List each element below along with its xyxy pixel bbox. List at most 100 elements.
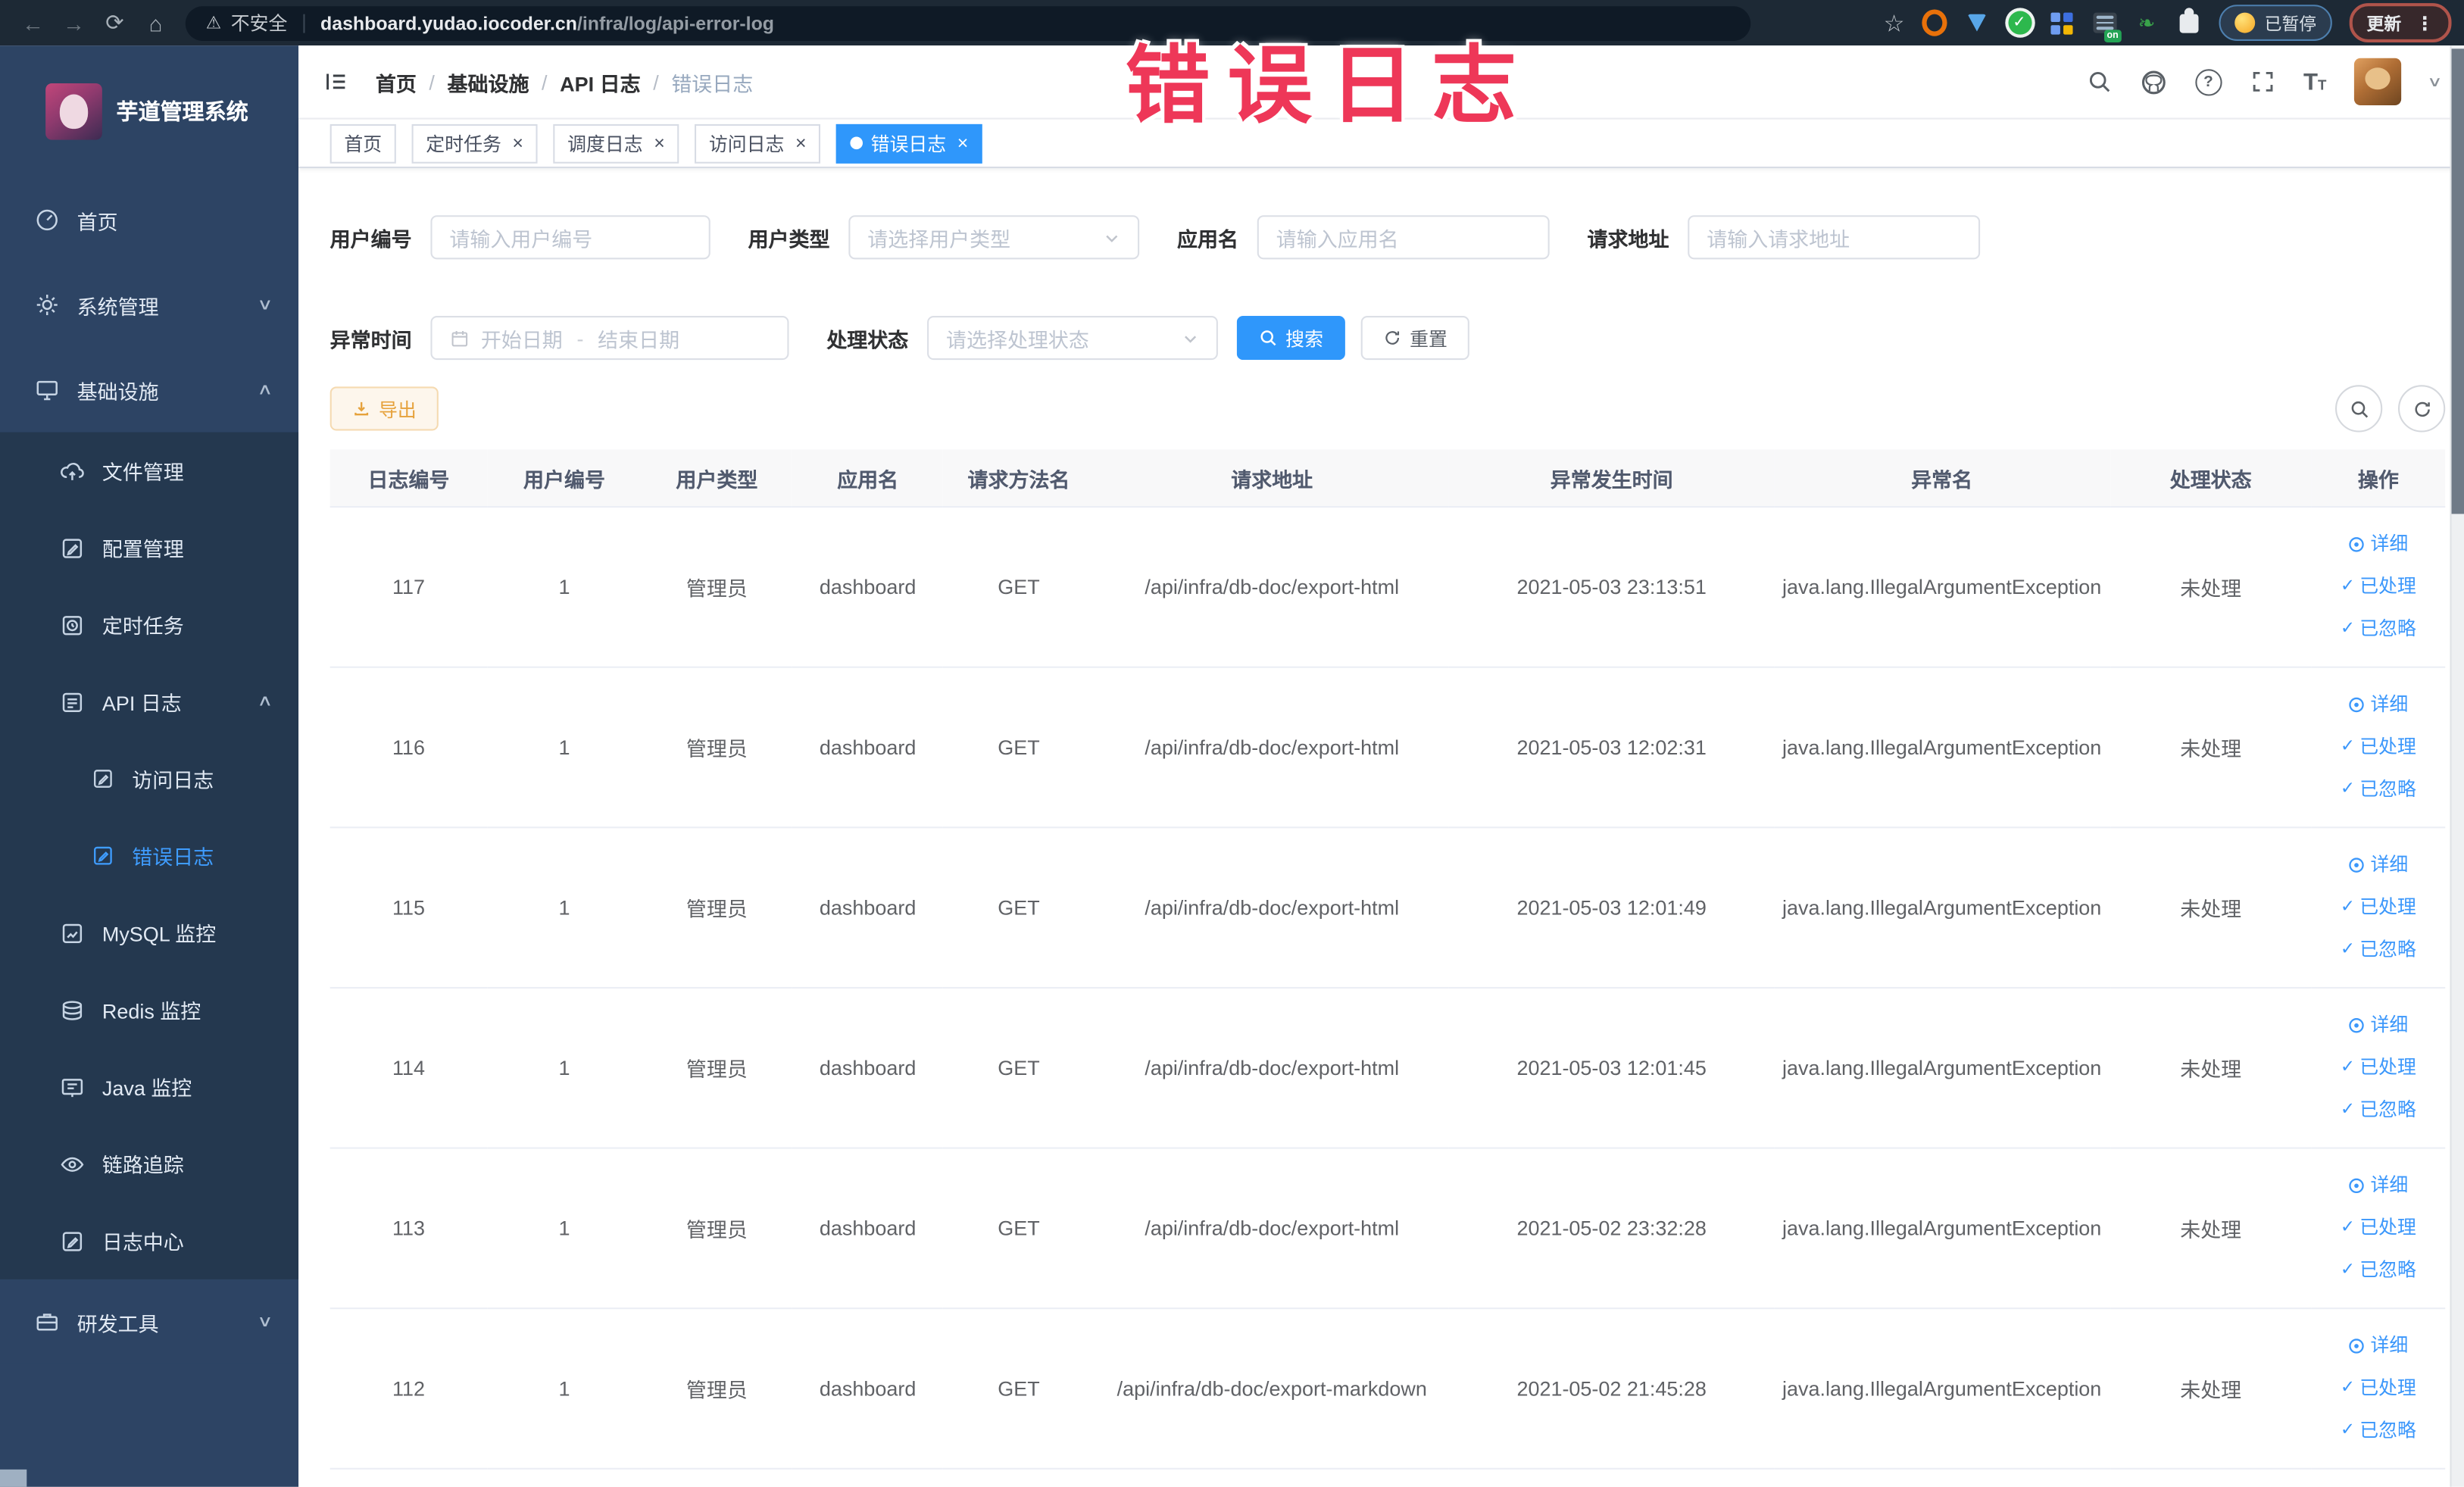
browser-home-icon[interactable]: ⌂ xyxy=(135,5,176,40)
tab-error-log[interactable]: 错误日志 × xyxy=(835,123,982,163)
bookmark-star-icon[interactable]: ☆ xyxy=(1884,8,1905,36)
refresh-table-button[interactable] xyxy=(2397,385,2446,433)
extension-list-icon[interactable]: on xyxy=(2091,10,2122,42)
action-detail[interactable]: 详细 xyxy=(2318,1164,2439,1207)
action-ignored[interactable]: ✓ 已忽略 xyxy=(2318,608,2439,651)
close-icon[interactable]: × xyxy=(512,133,523,152)
request-url-input[interactable]: 请输入请求地址 xyxy=(1688,215,1981,260)
date-range-input[interactable]: 开始日期 - 结束日期 xyxy=(430,316,789,361)
check-icon: ✓ xyxy=(2340,1378,2356,1398)
sidebar-item-mysql-monitor[interactable]: MySQL 监控 xyxy=(0,895,298,972)
action-processed[interactable]: ✓ 已处理 xyxy=(2318,1207,2439,1249)
action-ignored[interactable]: ✓ 已忽略 xyxy=(2318,1089,2439,1132)
tab-scheduled-jobs[interactable]: 定时任务 × xyxy=(411,123,538,163)
tab-label: 错误日志 xyxy=(870,133,947,155)
extension-drop-icon[interactable] xyxy=(1964,10,1989,35)
placeholder-text: 请选择处理状态 xyxy=(946,327,1089,351)
sidebar-item-java-monitor[interactable]: Java 监控 xyxy=(0,1048,298,1126)
reset-button[interactable]: 重置 xyxy=(1360,316,1469,361)
filter-process-status: 处理状态 请选择处理状态 xyxy=(826,316,1218,361)
user-avatar[interactable] xyxy=(2354,58,2402,106)
sidebar-fold-icon[interactable] xyxy=(322,69,350,94)
tab-access-log[interactable]: 访问日志 × xyxy=(695,123,821,163)
user-type-select[interactable]: 请选择用户类型 xyxy=(848,215,1140,260)
filter-user-type: 用户类型 请选择用户类型 xyxy=(748,215,1140,260)
sidebar-item-trace[interactable]: 链路追踪 xyxy=(0,1125,298,1202)
tab-label: 首页 xyxy=(344,133,383,155)
sidebar-item-access-log[interactable]: 访问日志 xyxy=(0,740,298,817)
filter-row-2: 异常时间 开始日期 - 结束日期 处理状态 请选择处理状态 搜索 重置 xyxy=(330,316,2446,361)
paused-extension-pill[interactable]: 已暂停 xyxy=(2219,5,2332,41)
sidebar-item-config-mgmt[interactable]: 配置管理 xyxy=(0,509,298,586)
font-size-icon[interactable]: TT xyxy=(2303,70,2326,93)
action-ignored[interactable]: ✓ 已忽略 xyxy=(2318,1410,2439,1452)
cell-app_name: dashboard xyxy=(792,987,944,1149)
close-icon[interactable]: × xyxy=(654,133,665,152)
export-button[interactable]: 导出 xyxy=(329,386,439,431)
app-name-input[interactable]: 请输入应用名 xyxy=(1257,215,1550,260)
process-status-select[interactable]: 请选择处理状态 xyxy=(927,316,1218,361)
dashboard-icon xyxy=(35,208,60,233)
action-detail[interactable]: 详细 xyxy=(2318,844,2439,886)
tab-schedule-log[interactable]: 调度日志 × xyxy=(553,123,679,163)
search-button[interactable]: 搜索 xyxy=(1236,316,1346,361)
sidebar-item-label: Redis 监控 xyxy=(101,999,201,1023)
extension-sprout-icon[interactable]: ❧ xyxy=(2134,10,2159,35)
tab-home[interactable]: 首页 xyxy=(329,123,396,163)
action-processed[interactable]: ✓ 已处理 xyxy=(2318,726,2439,769)
sidebar-item-api-log[interactable]: API 日志 ∧ xyxy=(0,664,298,741)
column-header: 用户类型 xyxy=(641,449,793,508)
sidebar-item-dev-tools[interactable]: 研发工具 ∨ xyxy=(0,1279,298,1364)
cell-time: 2021-05-03 12:02:31 xyxy=(1449,667,1774,829)
sidebar-item-log-center[interactable]: 日志中心 xyxy=(0,1202,298,1279)
browser-back-icon[interactable]: ← xyxy=(13,5,54,40)
check-icon: ✓ xyxy=(2340,1100,2356,1120)
breadcrumb-item[interactable]: 首页 xyxy=(376,67,417,96)
screen-icon xyxy=(60,1074,85,1099)
user-id-input[interactable]: 请输入用户编号 xyxy=(430,215,710,260)
action-ignored[interactable]: ✓ 已忽略 xyxy=(2318,1249,2439,1292)
avatar-caret-icon[interactable]: ∨ xyxy=(2428,73,2444,90)
action-processed[interactable]: ✓ 已处理 xyxy=(2318,566,2439,608)
close-icon[interactable]: × xyxy=(795,133,807,152)
sidebar-item-file-mgmt[interactable]: 文件管理 xyxy=(0,433,298,510)
breadcrumb-item[interactable]: 基础设施 xyxy=(448,67,529,96)
action-detail[interactable]: 详细 xyxy=(2318,683,2439,726)
browser-menu-icon[interactable]: ⋮ xyxy=(2416,12,2434,34)
chevron-up-icon: ∧ xyxy=(256,381,273,398)
sidebar-item-error-log[interactable]: 错误日志 xyxy=(0,817,298,895)
toggle-search-button[interactable] xyxy=(2335,385,2383,433)
page-scrollbar-thumb[interactable] xyxy=(2451,48,2464,514)
action-detail[interactable]: 详细 xyxy=(2318,523,2439,566)
sidebar-item-scheduled-jobs[interactable]: 定时任务 xyxy=(0,586,298,664)
extension-orange-icon[interactable] xyxy=(1922,9,1947,36)
fullscreen-icon[interactable] xyxy=(2250,69,2275,94)
close-icon[interactable]: × xyxy=(957,133,969,152)
action-detail[interactable]: 详细 xyxy=(2318,1004,2439,1047)
action-label: 已忽略 xyxy=(2359,1098,2416,1121)
sidebar-item-infrastructure[interactable]: 基础设施 ∧ xyxy=(0,348,298,433)
search-icon[interactable] xyxy=(2087,69,2112,94)
action-detail[interactable]: 详细 xyxy=(2318,1325,2439,1367)
sidebar-item-system-mgmt[interactable]: 系统管理 ∨ xyxy=(0,262,298,347)
action-processed[interactable]: ✓ 已处理 xyxy=(2318,1047,2439,1089)
extension-check-icon[interactable]: ✓ xyxy=(2006,10,2031,35)
browser-forward-icon[interactable]: → xyxy=(54,5,95,40)
app-logo-row[interactable]: 芋道管理系统 xyxy=(0,45,298,177)
action-ignored[interactable]: ✓ 已忽略 xyxy=(2318,929,2439,971)
action-processed[interactable]: ✓ 已处理 xyxy=(2318,886,2439,929)
browser-update-button[interactable]: 更新 ⋮ xyxy=(2349,3,2452,43)
action-ignored[interactable]: ✓ 已忽略 xyxy=(2318,769,2439,811)
breadcrumb-item[interactable]: API 日志 xyxy=(560,67,640,96)
help-icon[interactable]: ? xyxy=(2194,68,2222,95)
browser-reload-icon[interactable]: ⟳ xyxy=(94,5,135,40)
github-icon[interactable] xyxy=(2140,68,2166,95)
column-header: 应用名 xyxy=(792,449,944,508)
extension-grid-icon[interactable] xyxy=(2049,10,2074,35)
database-icon xyxy=(60,997,85,1022)
filter-app-name: 应用名 请输入应用名 xyxy=(1177,215,1550,260)
extensions-puzzle-icon[interactable] xyxy=(2176,7,2201,35)
sidebar-item-home[interactable]: 首页 xyxy=(0,177,298,262)
action-processed[interactable]: ✓ 已处理 xyxy=(2318,1367,2439,1410)
sidebar-item-redis-monitor[interactable]: Redis 监控 xyxy=(0,971,298,1048)
